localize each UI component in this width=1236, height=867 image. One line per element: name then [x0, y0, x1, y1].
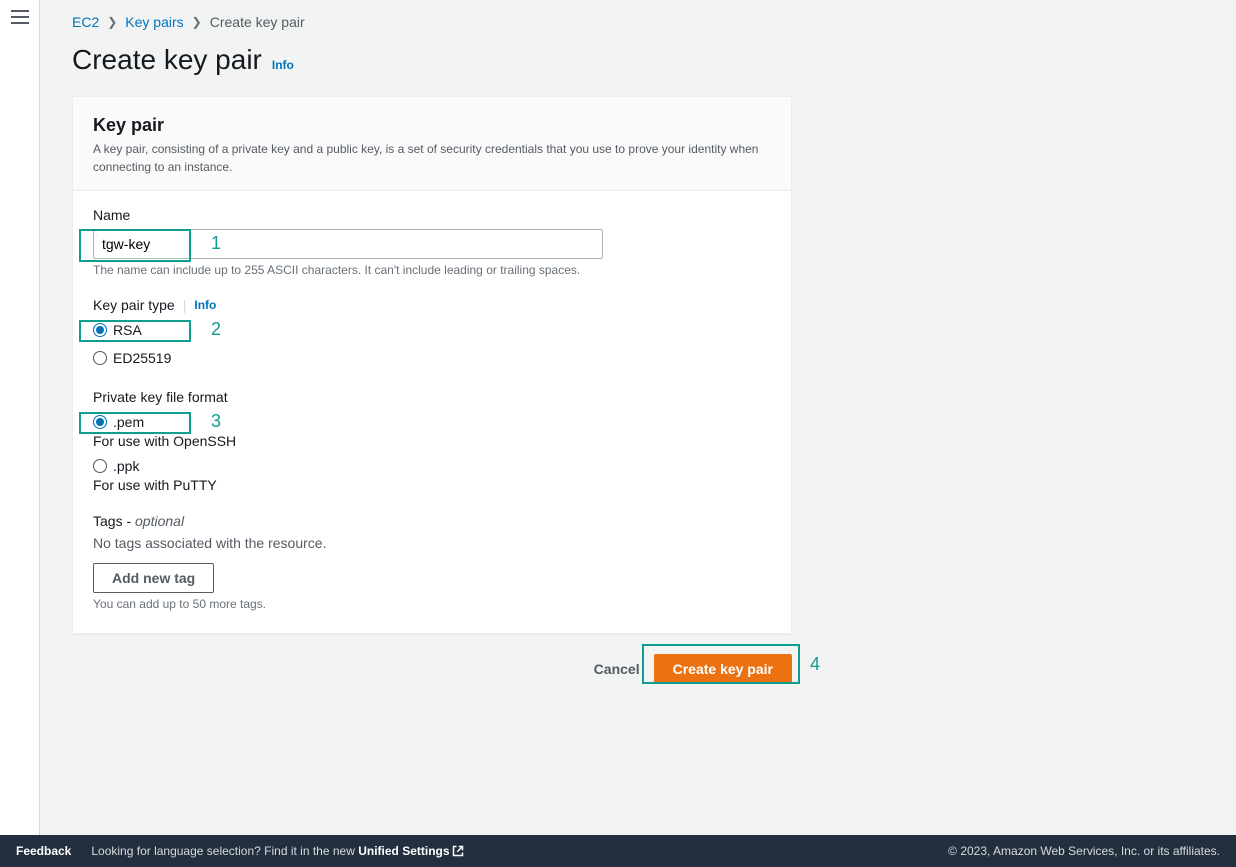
- breadcrumb-keypairs[interactable]: Key pairs: [125, 14, 183, 30]
- chevron-right-icon: ❯: [192, 15, 202, 29]
- panel-header: Key pair A key pair, consisting of a pri…: [73, 97, 791, 191]
- radio-ed25519[interactable]: ED25519: [93, 347, 771, 369]
- breadcrumb-current: Create key pair: [210, 14, 305, 30]
- keypair-type-radio-group: RSA ED25519: [93, 319, 771, 369]
- add-new-tag-button[interactable]: Add new tag: [93, 563, 214, 593]
- sidebar-collapsed: [0, 0, 40, 835]
- footer-copyright: © 2023, Amazon Web Services, Inc. or its…: [948, 844, 1220, 858]
- page-heading: Create key pair Info: [72, 44, 1204, 76]
- tags-help: You can add up to 50 more tags.: [93, 597, 771, 611]
- radio-ppk[interactable]: .ppk: [93, 455, 771, 477]
- file-format-label: Private key file format: [93, 389, 771, 405]
- panel-description: A key pair, consisting of a private key …: [93, 140, 771, 176]
- radio-ed25519-label: ED25519: [113, 350, 171, 366]
- tags-empty-message: No tags associated with the resource.: [93, 535, 771, 551]
- file-format-field: Private key file format .pem For use wit…: [93, 389, 771, 493]
- feedback-link[interactable]: Feedback: [16, 844, 71, 858]
- key-pair-panel: Key pair A key pair, consisting of a pri…: [72, 96, 792, 634]
- page-title: Create key pair: [72, 44, 262, 76]
- name-input[interactable]: [93, 229, 603, 259]
- panel-body: Name The name can include up to 255 ASCI…: [73, 191, 791, 633]
- label-divider: |: [183, 297, 187, 313]
- radio-ed25519-input[interactable]: [93, 351, 107, 365]
- external-link-icon: [452, 845, 464, 857]
- keypair-type-label-text: Key pair type: [93, 297, 175, 313]
- panel-title: Key pair: [93, 115, 771, 136]
- unified-settings-link[interactable]: Unified Settings: [358, 844, 463, 858]
- annotation-number-4: 4: [810, 654, 820, 675]
- radio-pem-input[interactable]: [93, 415, 107, 429]
- main-content: EC2 ❯ Key pairs ❯ Create key pair Create…: [40, 0, 1236, 835]
- radio-rsa[interactable]: RSA: [93, 319, 771, 341]
- info-link[interactable]: Info: [272, 58, 294, 72]
- tags-field: Tags - optional No tags associated with …: [93, 513, 771, 611]
- keypair-type-field: Key pair type | Info RSA: [93, 297, 771, 369]
- unified-settings-link-text: Unified Settings: [358, 844, 449, 858]
- radio-ppk-sub: For use with PuTTY: [93, 477, 771, 493]
- tags-label-prefix: Tags -: [93, 513, 135, 529]
- hamburger-icon[interactable]: [11, 10, 29, 24]
- cancel-button[interactable]: Cancel: [594, 661, 640, 677]
- tags-label: Tags - optional: [93, 513, 771, 529]
- actions-row: Cancel Create key pair 4: [72, 654, 792, 684]
- name-field: Name The name can include up to 255 ASCI…: [93, 207, 771, 277]
- footer-lang-text: Looking for language selection? Find it …: [91, 844, 463, 858]
- breadcrumb-ec2[interactable]: EC2: [72, 14, 99, 30]
- radio-ppk-label: .ppk: [113, 458, 139, 474]
- create-key-pair-button[interactable]: Create key pair: [654, 654, 792, 684]
- chevron-right-icon: ❯: [107, 15, 117, 29]
- keypair-type-info-link[interactable]: Info: [194, 298, 216, 312]
- name-help: The name can include up to 255 ASCII cha…: [93, 263, 771, 277]
- file-format-radio-group: .pem For use with OpenSSH .ppk For use w…: [93, 411, 771, 493]
- radio-pem[interactable]: .pem: [93, 411, 771, 433]
- radio-rsa-input[interactable]: [93, 323, 107, 337]
- footer: Feedback Looking for language selection?…: [0, 835, 1236, 867]
- keypair-type-label: Key pair type | Info: [93, 297, 771, 313]
- radio-pem-sub: For use with OpenSSH: [93, 433, 771, 449]
- radio-ppk-input[interactable]: [93, 459, 107, 473]
- footer-lang-prefix: Looking for language selection? Find it …: [91, 844, 358, 858]
- name-label: Name: [93, 207, 771, 223]
- breadcrumb: EC2 ❯ Key pairs ❯ Create key pair: [72, 14, 1204, 30]
- radio-pem-label: .pem: [113, 414, 144, 430]
- footer-left: Feedback Looking for language selection?…: [16, 844, 464, 858]
- radio-rsa-label: RSA: [113, 322, 142, 338]
- tags-label-optional: optional: [135, 513, 184, 529]
